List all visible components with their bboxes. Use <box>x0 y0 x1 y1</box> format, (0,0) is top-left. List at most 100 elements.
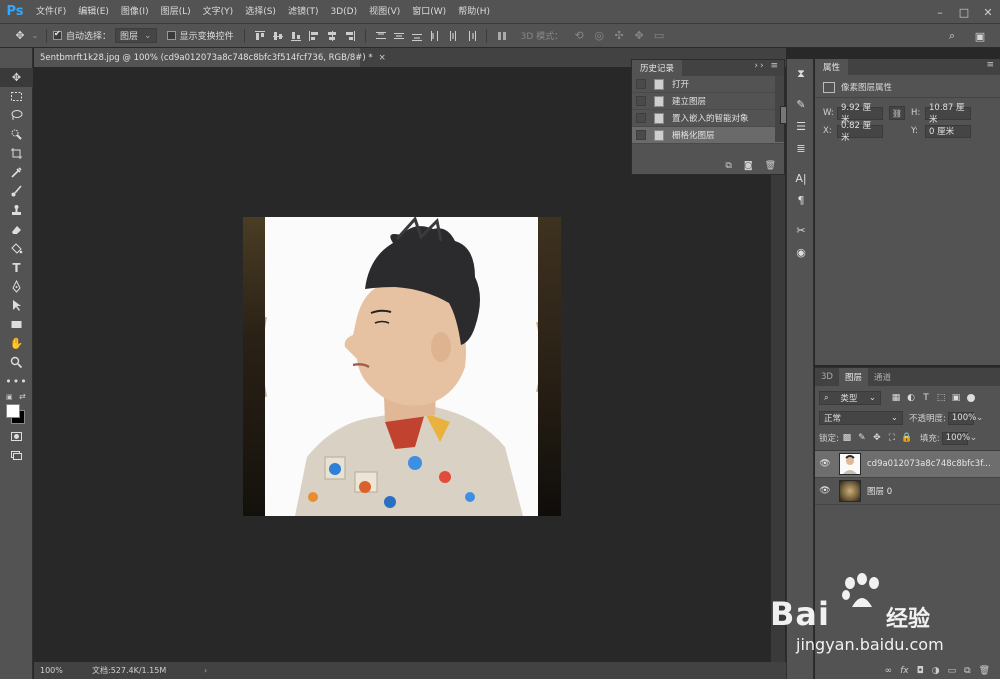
default-colors-icon[interactable]: ▣ <box>6 393 13 401</box>
filter-adjustment-icon[interactable]: ◐ <box>904 391 918 405</box>
menu-select[interactable]: 选择(S) <box>239 0 282 24</box>
menu-type[interactable]: 文字(Y) <box>197 0 240 24</box>
filter-smart-object-icon[interactable]: ▣ <box>949 391 963 405</box>
tab-channels[interactable]: 通道 <box>868 368 897 386</box>
status-menu-arrow[interactable]: › <box>204 666 207 675</box>
filter-type-icon[interactable]: T <box>919 391 933 405</box>
panel-menu-icon[interactable]: ›› ≡ <box>754 61 780 71</box>
menu-file[interactable]: 文件(F) <box>30 0 72 24</box>
menu-3d[interactable]: 3D(D) <box>324 0 363 24</box>
align-hcenter-icon[interactable] <box>325 29 339 43</box>
distribute-left-icon[interactable] <box>428 29 442 43</box>
brush-tool-icon[interactable] <box>0 182 33 201</box>
move-tool-icon[interactable]: ✥ <box>0 68 33 87</box>
eyedropper-tool-icon[interactable] <box>0 163 33 182</box>
menu-filter[interactable]: 滤镜(T) <box>282 0 325 24</box>
paragraph-panel-icon[interactable]: ¶ <box>787 189 815 211</box>
menu-layer[interactable]: 图层(L) <box>155 0 197 24</box>
properties-tab[interactable]: 属性 <box>815 59 849 75</box>
zoom-tool-icon[interactable] <box>0 353 33 372</box>
document-tab[interactable]: 5entbmrft1k28.jpg @ 100% (cd9a012073a8c7… <box>34 48 386 67</box>
lock-position-icon[interactable]: ✥ <box>870 431 884 445</box>
tool-presets-icon[interactable]: ✂ <box>787 219 815 241</box>
quick-selection-tool-icon[interactable] <box>0 125 33 144</box>
swap-colors-icon[interactable]: ⇄ <box>19 392 26 401</box>
menu-help[interactable]: 帮助(H) <box>452 0 496 24</box>
foreground-color-swatch[interactable] <box>6 404 20 418</box>
filter-toggle-icon[interactable] <box>967 394 975 402</box>
distribute-bottom-icon[interactable] <box>410 29 424 43</box>
y-field[interactable]: 0 厘米 <box>925 124 971 138</box>
paragraph-styles-icon[interactable]: ≣ <box>787 137 815 159</box>
layer-row[interactable]: 👁 cd9a012073a8c748c8bfc3f... <box>815 451 1000 478</box>
history-panel-icon[interactable]: ⧗ <box>787 63 815 85</box>
link-icon[interactable]: ⛓ <box>889 106 905 120</box>
history-item[interactable]: 打开 <box>632 76 784 93</box>
quick-mask-icon[interactable] <box>0 427 33 446</box>
distribute-top-icon[interactable] <box>374 29 388 43</box>
scale-3d-icon[interactable]: ▭ <box>649 26 669 46</box>
lock-artboard-icon[interactable]: ⛶ <box>885 431 899 445</box>
distribute-right-icon[interactable] <box>464 29 478 43</box>
menu-image[interactable]: 图像(I) <box>115 0 155 24</box>
history-tab[interactable]: 历史记录 <box>632 60 683 76</box>
close-icon[interactable]: × <box>379 53 386 63</box>
move-tool-preset-icon[interactable]: ✥ <box>10 26 30 46</box>
more-tools-icon[interactable]: ••• <box>0 372 33 391</box>
align-vcenter-icon[interactable] <box>271 29 285 43</box>
path-selection-tool-icon[interactable] <box>0 296 33 315</box>
history-brush-source-box[interactable] <box>636 96 646 106</box>
paint-bucket-tool-icon[interactable] <box>0 239 33 258</box>
orbit-3d-icon[interactable]: ⟲ <box>569 26 589 46</box>
history-item[interactable]: 建立图层 <box>632 93 784 110</box>
libraries-icon[interactable]: ◉ <box>787 241 815 263</box>
character-panel-icon[interactable]: A| <box>787 167 815 189</box>
tab-layers[interactable]: 图层 <box>838 368 868 386</box>
tab-3d[interactable]: 3D <box>815 368 839 386</box>
crop-tool-icon[interactable] <box>0 144 33 163</box>
show-transform-checkbox[interactable]: 显示变换控件 <box>166 29 234 42</box>
lock-all-icon[interactable]: 🔒 <box>900 431 914 445</box>
layer-row[interactable]: 👁 图层 0 <box>815 478 1000 505</box>
align-bottom-icon[interactable] <box>289 29 303 43</box>
x-field[interactable]: 0.82 厘米 <box>837 121 883 143</box>
pen-tool-icon[interactable] <box>0 277 33 296</box>
document-canvas[interactable] <box>243 217 561 516</box>
lock-transparent-icon[interactable]: ▩ <box>840 431 854 445</box>
lock-image-icon[interactable]: ✎ <box>855 431 869 445</box>
menu-view[interactable]: 视图(V) <box>363 0 406 24</box>
visibility-eye-icon[interactable]: 👁 <box>815 459 835 469</box>
close-button[interactable]: ✕ <box>976 0 1000 24</box>
filter-pixel-icon[interactable]: ▦ <box>889 391 903 405</box>
minimize-button[interactable]: – <box>928 0 952 24</box>
chevron-down-icon[interactable]: ⌄ <box>970 433 978 443</box>
align-top-icon[interactable] <box>253 29 267 43</box>
history-brush-source-box[interactable] <box>636 79 646 89</box>
visibility-eye-icon[interactable]: 👁 <box>815 486 835 496</box>
layer-style-icon[interactable]: fx <box>900 666 909 676</box>
new-document-from-state-icon[interactable]: ⧉ <box>725 161 731 171</box>
trash-icon[interactable]: 🗑 <box>765 161 776 171</box>
height-field[interactable]: 10.87 厘米 <box>925 103 971 125</box>
align-left-icon[interactable] <box>307 29 321 43</box>
maximize-button[interactable]: □ <box>952 0 976 24</box>
adjustment-layer-icon[interactable]: ◑ <box>932 666 940 676</box>
hand-tool-icon[interactable]: ✋ <box>0 334 33 353</box>
brush-panel-icon[interactable]: ✎ <box>787 93 815 115</box>
checkbox-icon[interactable] <box>166 31 176 40</box>
marquee-tool-icon[interactable] <box>0 87 33 106</box>
menu-window[interactable]: 窗口(W) <box>406 0 452 24</box>
snapshot-camera-icon[interactable]: ◙ <box>744 161 753 171</box>
link-layers-icon[interactable]: ∞ <box>885 666 893 676</box>
trash-icon[interactable]: 🗑 <box>979 666 990 676</box>
lasso-tool-icon[interactable] <box>0 106 33 125</box>
align-right-icon[interactable] <box>343 29 357 43</box>
filter-shape-icon[interactable]: ⬚ <box>934 391 948 405</box>
new-layer-icon[interactable]: ⧉ <box>964 666 970 676</box>
pan-3d-icon[interactable]: ✣ <box>609 26 629 46</box>
opacity-field[interactable]: 100% <box>947 411 976 425</box>
history-item-active[interactable]: 栅格化图层 <box>632 127 784 144</box>
slide-3d-icon[interactable]: ✥ <box>629 26 649 46</box>
type-tool-icon[interactable]: T <box>0 258 33 277</box>
auto-align-icon[interactable] <box>495 29 509 43</box>
